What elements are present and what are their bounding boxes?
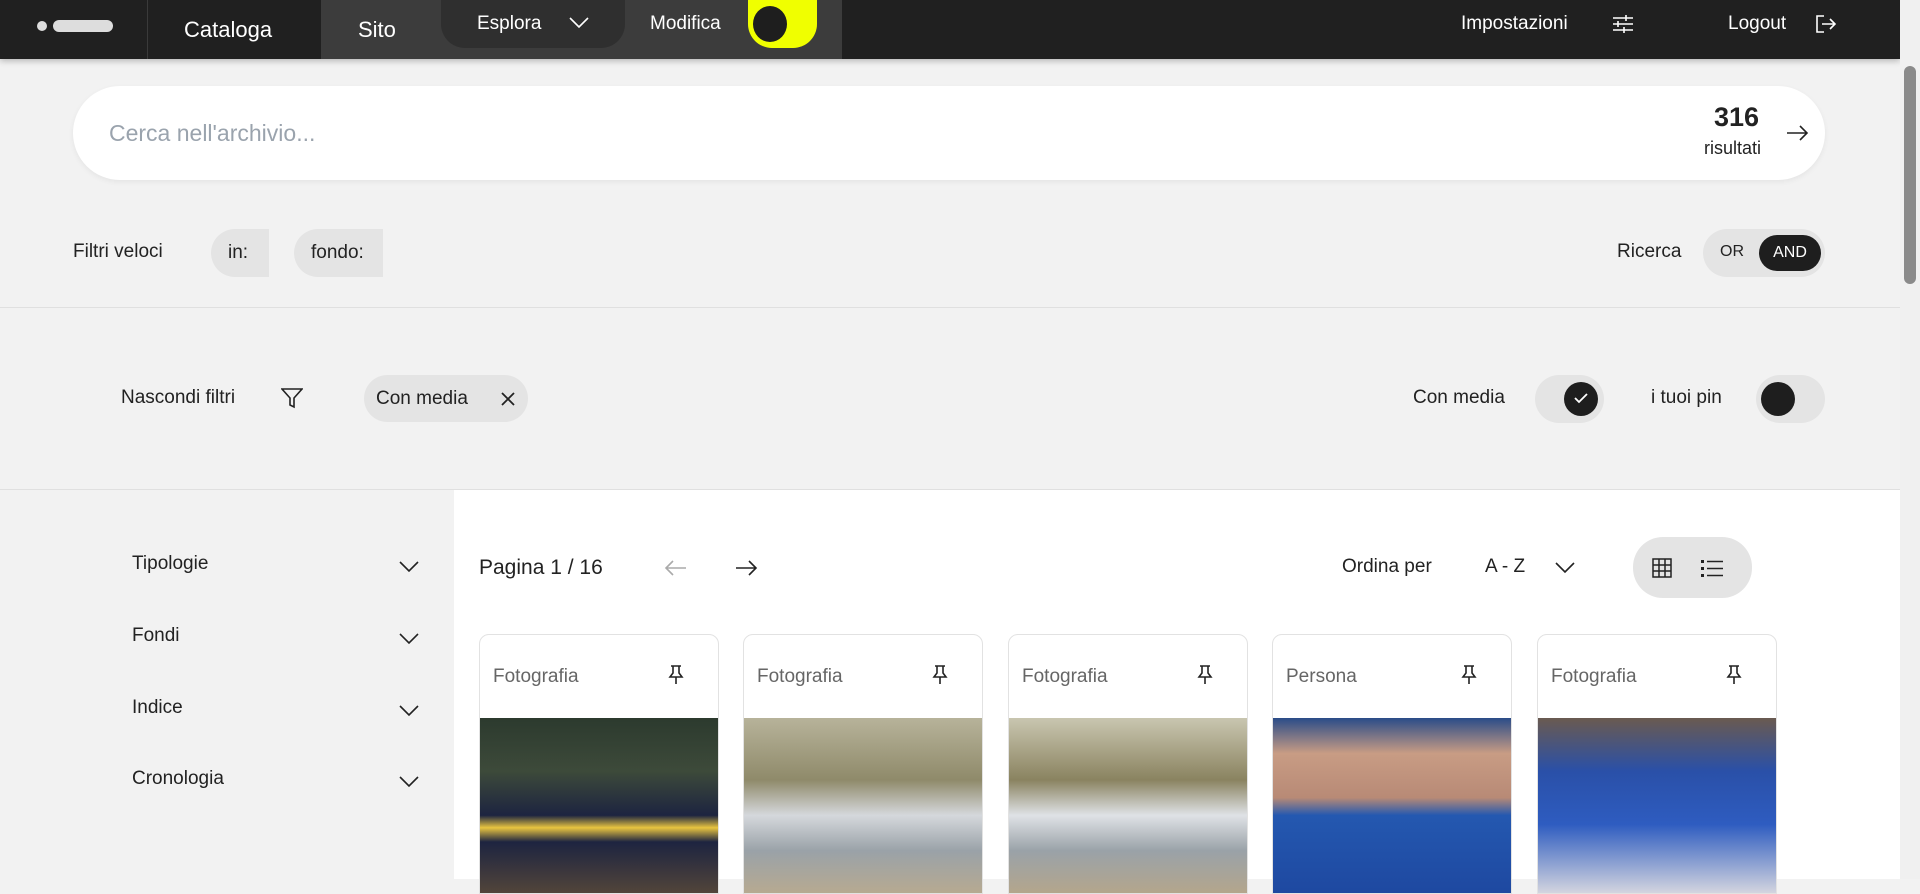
card-thumbnail: [480, 718, 718, 893]
pin-icon[interactable]: [668, 665, 684, 685]
sidebar-item-indice[interactable]: Indice: [0, 685, 454, 735]
view-toggle: [1633, 537, 1752, 598]
quick-filters-label: Filtri veloci: [73, 241, 163, 262]
search-mode-label: Ricerca: [1617, 241, 1682, 262]
pin-icon[interactable]: [932, 665, 948, 685]
pin-icon[interactable]: [1461, 665, 1477, 685]
toggle-label-pin: i tuoi pin: [1651, 387, 1722, 408]
sidebar-item-label: Fondi: [132, 625, 180, 646]
sidebar-item-cronologia[interactable]: Cronologia: [0, 756, 454, 806]
sort-select[interactable]: A - Z: [1485, 556, 1525, 578]
logout-link[interactable]: Logout: [1728, 13, 1786, 35]
chevron-down-icon: [399, 561, 419, 573]
chevron-down-icon: [569, 17, 589, 29]
sort-label: Ordina per: [1342, 556, 1432, 577]
sliders-icon[interactable]: [1612, 14, 1634, 34]
grid-view-icon[interactable]: [1652, 558, 1672, 578]
card-type: Fotografia: [1022, 666, 1108, 687]
explore-dropdown[interactable]: Esplora: [441, 0, 625, 48]
filter-icon[interactable]: [281, 387, 303, 409]
arrow-left-icon[interactable]: [664, 560, 686, 576]
active-filter-label: Con media: [376, 388, 468, 409]
result-count-label: risultati: [1704, 138, 1762, 158]
card-type: Persona: [1286, 666, 1357, 687]
result-card[interactable]: Fotografia: [743, 634, 983, 894]
edit-label: Modifica: [650, 13, 721, 34]
logout-icon[interactable]: [1815, 14, 1837, 34]
card-thumbnail: [1273, 718, 1511, 893]
mode-or[interactable]: OR: [1720, 243, 1744, 261]
nav-cataloga[interactable]: Cataloga: [184, 17, 272, 43]
sidebar-item-tipologie[interactable]: Tipologie: [0, 541, 454, 591]
chevron-down-icon: [399, 633, 419, 645]
pin-icon[interactable]: [1197, 665, 1213, 685]
settings-link[interactable]: Impostazioni: [1461, 13, 1568, 35]
arrow-right-icon[interactable]: [1787, 125, 1809, 141]
sidebar-item-fondi[interactable]: Fondi: [0, 613, 454, 663]
sidebar-item-label: Cronologia: [132, 768, 224, 789]
arrow-right-icon[interactable]: [736, 560, 758, 576]
chevron-down-icon[interactable]: [1555, 562, 1575, 574]
chevron-down-icon: [399, 705, 419, 717]
page-indicator: Pagina 1 / 16: [479, 556, 603, 579]
nav-sito[interactable]: Sito: [358, 17, 396, 43]
mode-and[interactable]: AND: [1759, 235, 1821, 271]
card-type: Fotografia: [493, 666, 579, 687]
explore-label: Esplora: [477, 13, 542, 34]
check-icon: [1574, 393, 1588, 404]
card-thumbnail: [744, 718, 982, 893]
result-count: 316: [1714, 102, 1760, 132]
top-nav: Cataloga Sito Esplora Modifica Impostazi…: [0, 0, 1900, 59]
hide-filters-button[interactable]: Nascondi filtri: [121, 387, 235, 409]
search-bar: 316 risultati: [73, 86, 1825, 180]
sidebar-item-label: Indice: [132, 697, 183, 718]
scrollbar-thumb[interactable]: [1904, 66, 1916, 284]
toggle-label-con-media: Con media: [1413, 387, 1505, 408]
quick-filter-fondo[interactable]: fondo:: [294, 229, 383, 277]
close-icon[interactable]: [501, 392, 515, 406]
list-view-icon[interactable]: [1701, 558, 1723, 578]
quick-filter-in[interactable]: in:: [211, 229, 269, 277]
result-card[interactable]: Persona: [1272, 634, 1512, 894]
result-card[interactable]: Fotografia: [1537, 634, 1777, 894]
pin-icon[interactable]: [1726, 665, 1742, 685]
result-card[interactable]: Fotografia: [1008, 634, 1248, 894]
card-type: Fotografia: [757, 666, 843, 687]
result-card[interactable]: Fotografia: [479, 634, 719, 894]
card-type: Fotografia: [1551, 666, 1637, 687]
sidebar-item-label: Tipologie: [132, 553, 209, 574]
edit-toggle[interactable]: [748, 0, 817, 48]
card-thumbnail: [1538, 718, 1776, 893]
card-thumbnail: [1009, 718, 1247, 893]
search-mode-toggle[interactable]: OR AND: [1703, 229, 1825, 277]
con-media-toggle[interactable]: [1535, 375, 1604, 423]
pin-toggle[interactable]: [1756, 375, 1825, 423]
search-input[interactable]: [109, 116, 1609, 150]
chevron-down-icon: [399, 776, 419, 788]
logo[interactable]: [37, 20, 113, 32]
active-filter-chip[interactable]: Con media: [364, 375, 528, 422]
